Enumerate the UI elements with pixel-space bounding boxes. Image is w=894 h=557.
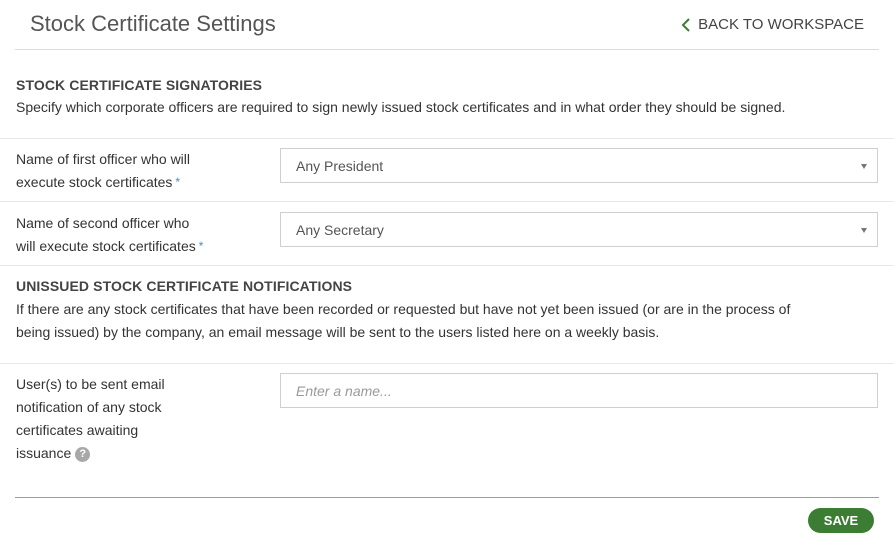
notify-users-label-line4: issuance	[16, 445, 72, 461]
notifications-heading: UNISSUED STOCK CERTIFICATE NOTIFICATIONS	[16, 278, 353, 294]
first-officer-label-line2: execute stock certificates	[16, 174, 173, 190]
notify-users-label-line2: notification of any stock	[16, 399, 162, 415]
second-officer-selected-value: Any Secretary	[296, 222, 384, 238]
required-marker: *	[198, 239, 204, 253]
first-officer-label: Name of first officer who will execute s…	[16, 148, 190, 194]
chevron-left-icon	[681, 17, 690, 32]
footer-divider	[15, 497, 879, 498]
notifications-description-line2: being issued) by the company, an email m…	[16, 324, 660, 340]
header-divider	[15, 49, 879, 50]
page-title: Stock Certificate Settings	[30, 11, 276, 36]
second-officer-label: Name of second officer who will execute …	[16, 212, 203, 258]
first-officer-select[interactable]: Any President	[280, 148, 878, 183]
dropdown-caret-icon	[861, 164, 867, 169]
divider	[0, 138, 894, 139]
second-officer-label-line2: will execute stock certificates	[16, 238, 196, 254]
second-officer-label-line1: Name of second officer who	[16, 215, 190, 231]
help-icon[interactable]: ?	[75, 447, 91, 462]
page-header: Stock Certificate Settings BACK TO WORKS…	[0, 0, 894, 50]
notify-users-label: User(s) to be sent email notification of…	[16, 373, 165, 465]
first-officer-selected-value: Any President	[296, 158, 384, 174]
signatories-heading: STOCK CERTIFICATE SIGNATORIES	[16, 77, 263, 93]
back-to-workspace-link[interactable]: BACK TO WORKSPACE	[681, 16, 864, 33]
notifications-description-line1: If there are any stock certificates that…	[16, 301, 791, 317]
notifications-description: If there are any stock certificates that…	[16, 298, 790, 344]
notify-users-input[interactable]	[280, 373, 878, 408]
dropdown-caret-icon	[861, 228, 867, 233]
divider	[0, 363, 894, 364]
divider	[0, 201, 894, 202]
save-button[interactable]: SAVE	[808, 508, 874, 533]
back-to-workspace-label: BACK TO WORKSPACE	[698, 16, 864, 33]
notify-users-label-line3: certificates awaiting	[16, 422, 139, 438]
second-officer-select[interactable]: Any Secretary	[280, 212, 878, 247]
first-officer-label-line1: Name of first officer who will	[16, 151, 191, 167]
notify-users-label-line1: User(s) to be sent email	[16, 376, 165, 392]
required-marker: *	[175, 175, 181, 189]
divider	[0, 265, 894, 266]
signatories-description: Specify which corporate officers are req…	[16, 99, 786, 115]
